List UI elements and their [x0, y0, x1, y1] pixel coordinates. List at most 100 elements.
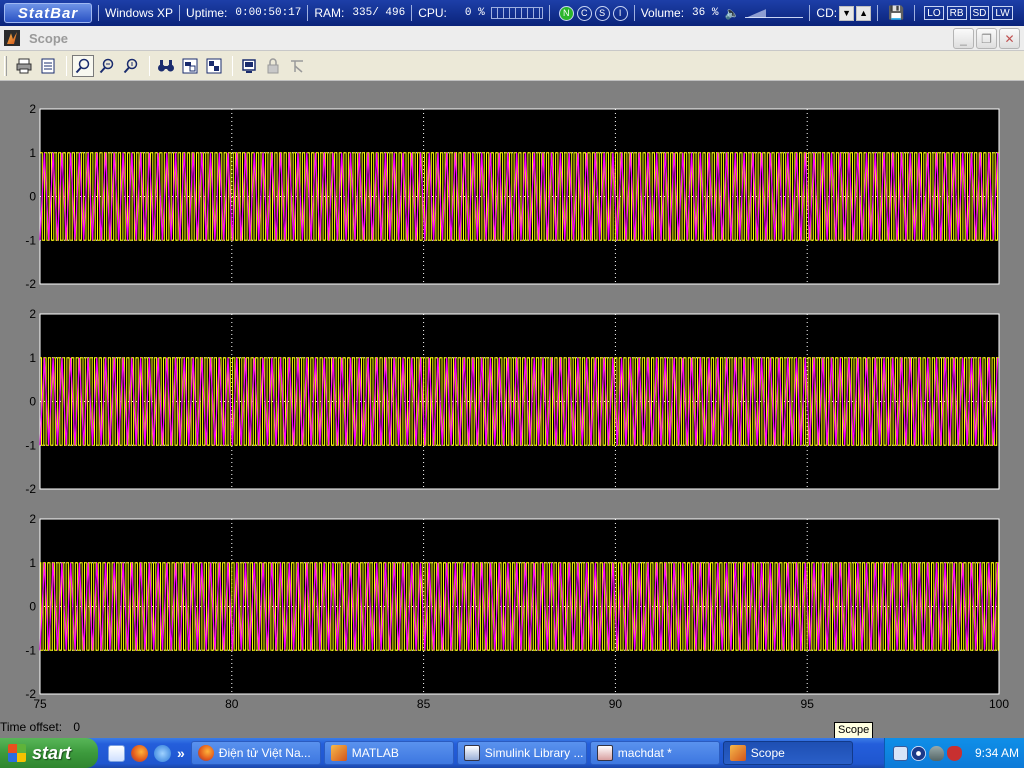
- task-label: Điện tử Việt Na...: [218, 746, 311, 760]
- network-icon[interactable]: [893, 745, 908, 761]
- scope-axes: 210-1-2210-1-2210-1-275 80 85 90 95 100: [25, 102, 1009, 711]
- lock-axes-icon[interactable]: [262, 55, 284, 77]
- simulink-model-icon: [596, 745, 613, 761]
- speaker-icon[interactable]: 🔈: [724, 6, 739, 20]
- time-offset-label: Time offset:: [0, 720, 63, 734]
- cd-close-icon[interactable]: ▼: [839, 5, 855, 21]
- notepad-icon[interactable]: [108, 744, 125, 762]
- task-label: Simulink Library ...: [484, 746, 584, 760]
- i-button[interactable]: I: [612, 5, 628, 21]
- scope-axes-1: 2 1 0 -1 -2: [25, 102, 1000, 291]
- parameters-icon[interactable]: [37, 55, 59, 77]
- matlab-icon[interactable]: [4, 30, 20, 46]
- toolbar-divider: [232, 55, 233, 76]
- y-tick-label: 1: [29, 146, 36, 160]
- statbar: StatBar Windows XP Uptime: 0:00:50:17 RA…: [0, 0, 1024, 26]
- y-tick-label: 2: [29, 512, 36, 526]
- time-offset: Time offset: 0: [0, 720, 80, 734]
- firefox-icon[interactable]: [131, 744, 148, 762]
- maximize-button[interactable]: ❐: [976, 28, 997, 49]
- restore-axes-icon[interactable]: [203, 55, 225, 77]
- scope-plot-area: 2 1 0 -1 -2 2 1 0 -1 -2 2 1 0 -1 -2 75 80 85 90 95 100: [0, 82, 1024, 712]
- y-tick-label: -2: [25, 277, 36, 291]
- shutdown-button[interactable]: SD: [969, 6, 990, 20]
- cpu-label: CPU:: [418, 6, 447, 20]
- statbar-separator: [809, 5, 811, 21]
- start-button[interactable]: start: [0, 738, 98, 768]
- window-titlebar[interactable]: Scope _ ❐ ✕: [0, 26, 1024, 51]
- statbar-separator: [98, 5, 99, 21]
- media-icon[interactable]: [911, 745, 926, 761]
- c-button[interactable]: C: [576, 5, 592, 21]
- toolbar-divider: [149, 55, 150, 76]
- scope-axes-3: 210-1-2: [25, 512, 1000, 701]
- start-label: start: [32, 742, 72, 763]
- minimize-button[interactable]: _: [953, 28, 974, 49]
- lock-workstation-button[interactable]: LW: [992, 6, 1013, 20]
- floating-scope-icon[interactable]: [238, 55, 260, 77]
- statbar-separator: [307, 5, 309, 21]
- y-tick-label: 2: [29, 102, 36, 116]
- window-title: Scope: [29, 30, 69, 46]
- task-label: machdat *: [617, 746, 672, 760]
- task-label: Scope: [750, 746, 785, 760]
- autoscale-icon[interactable]: [155, 55, 177, 77]
- statbar-logo[interactable]: StatBar: [4, 3, 92, 23]
- x-tick-label: 80: [225, 697, 239, 711]
- antivirus-icon[interactable]: [947, 745, 962, 761]
- cd-eject-icon[interactable]: ▲: [856, 5, 872, 21]
- taskbar-item-firefox[interactable]: Điện tử Việt Na...: [190, 741, 321, 765]
- y-tick-label: -1: [25, 643, 36, 657]
- quick-launch: »: [98, 738, 191, 768]
- volume-value: 36 %: [692, 7, 719, 19]
- ram-label: RAM:: [314, 6, 345, 20]
- reboot-button[interactable]: RB: [946, 6, 967, 20]
- y-tick-label: 0: [29, 395, 36, 409]
- y-tick-label: 0: [29, 600, 36, 614]
- os-label: Windows XP: [105, 6, 174, 20]
- close-button[interactable]: ✕: [999, 28, 1020, 49]
- taskbar-item-matlab[interactable]: MATLAB: [323, 741, 454, 765]
- cpu-value: 0 %: [464, 7, 485, 19]
- zoom-x-icon[interactable]: [96, 55, 118, 77]
- y-tick-label: 1: [29, 351, 36, 365]
- security-shield-icon[interactable]: [929, 745, 944, 761]
- volume-label: Volume:: [640, 6, 685, 20]
- x-tick-label: 90: [609, 697, 623, 711]
- statbar-separator: [411, 5, 413, 21]
- zoom-y-icon[interactable]: [120, 55, 142, 77]
- taskbar-item-simulink-library[interactable]: Simulink Library ...: [456, 741, 587, 765]
- statbar-separator: [548, 5, 550, 21]
- taskbar-item-machdat[interactable]: machdat *: [589, 741, 720, 765]
- drive-icon[interactable]: 💾: [888, 5, 904, 21]
- clock[interactable]: 9:34 AM: [975, 746, 1019, 760]
- x-tick-label: 100: [989, 697, 1009, 711]
- print-icon[interactable]: [13, 55, 35, 77]
- chevron-right-icon[interactable]: »: [177, 745, 185, 761]
- taskbar-item-scope[interactable]: Scope: [722, 741, 853, 765]
- signal-selection-icon[interactable]: [286, 55, 308, 77]
- save-axes-icon[interactable]: [179, 55, 201, 77]
- zoom-icon[interactable]: [72, 54, 94, 77]
- system-tray: 9:34 AM: [884, 738, 1024, 768]
- cpu-graph: [490, 7, 543, 19]
- volume-slider[interactable]: [745, 7, 804, 19]
- matlab-icon: [729, 745, 746, 761]
- firefox-icon: [197, 745, 214, 761]
- y-tick-label: 0: [29, 190, 36, 204]
- uptime-value: 0:00:50:17: [235, 7, 302, 19]
- windows-flag-icon: [8, 744, 26, 762]
- scope-toolbar: [0, 51, 1024, 81]
- y-tick-label: -2: [25, 482, 36, 496]
- statbar-separator: [179, 5, 181, 21]
- y-tick-label: 1: [29, 556, 36, 570]
- internet-explorer-icon[interactable]: [154, 744, 171, 762]
- s-button[interactable]: S: [594, 5, 610, 21]
- toolbar-grip[interactable]: [4, 55, 7, 76]
- net-button[interactable]: N: [558, 5, 574, 21]
- task-label: MATLAB: [351, 746, 399, 760]
- scope-axes-2: 2 1 0 -1 -2: [25, 307, 1000, 496]
- logoff-button[interactable]: LO: [924, 6, 944, 20]
- cd-label: CD:: [816, 6, 838, 20]
- ram-value: 335/ 496: [352, 7, 406, 19]
